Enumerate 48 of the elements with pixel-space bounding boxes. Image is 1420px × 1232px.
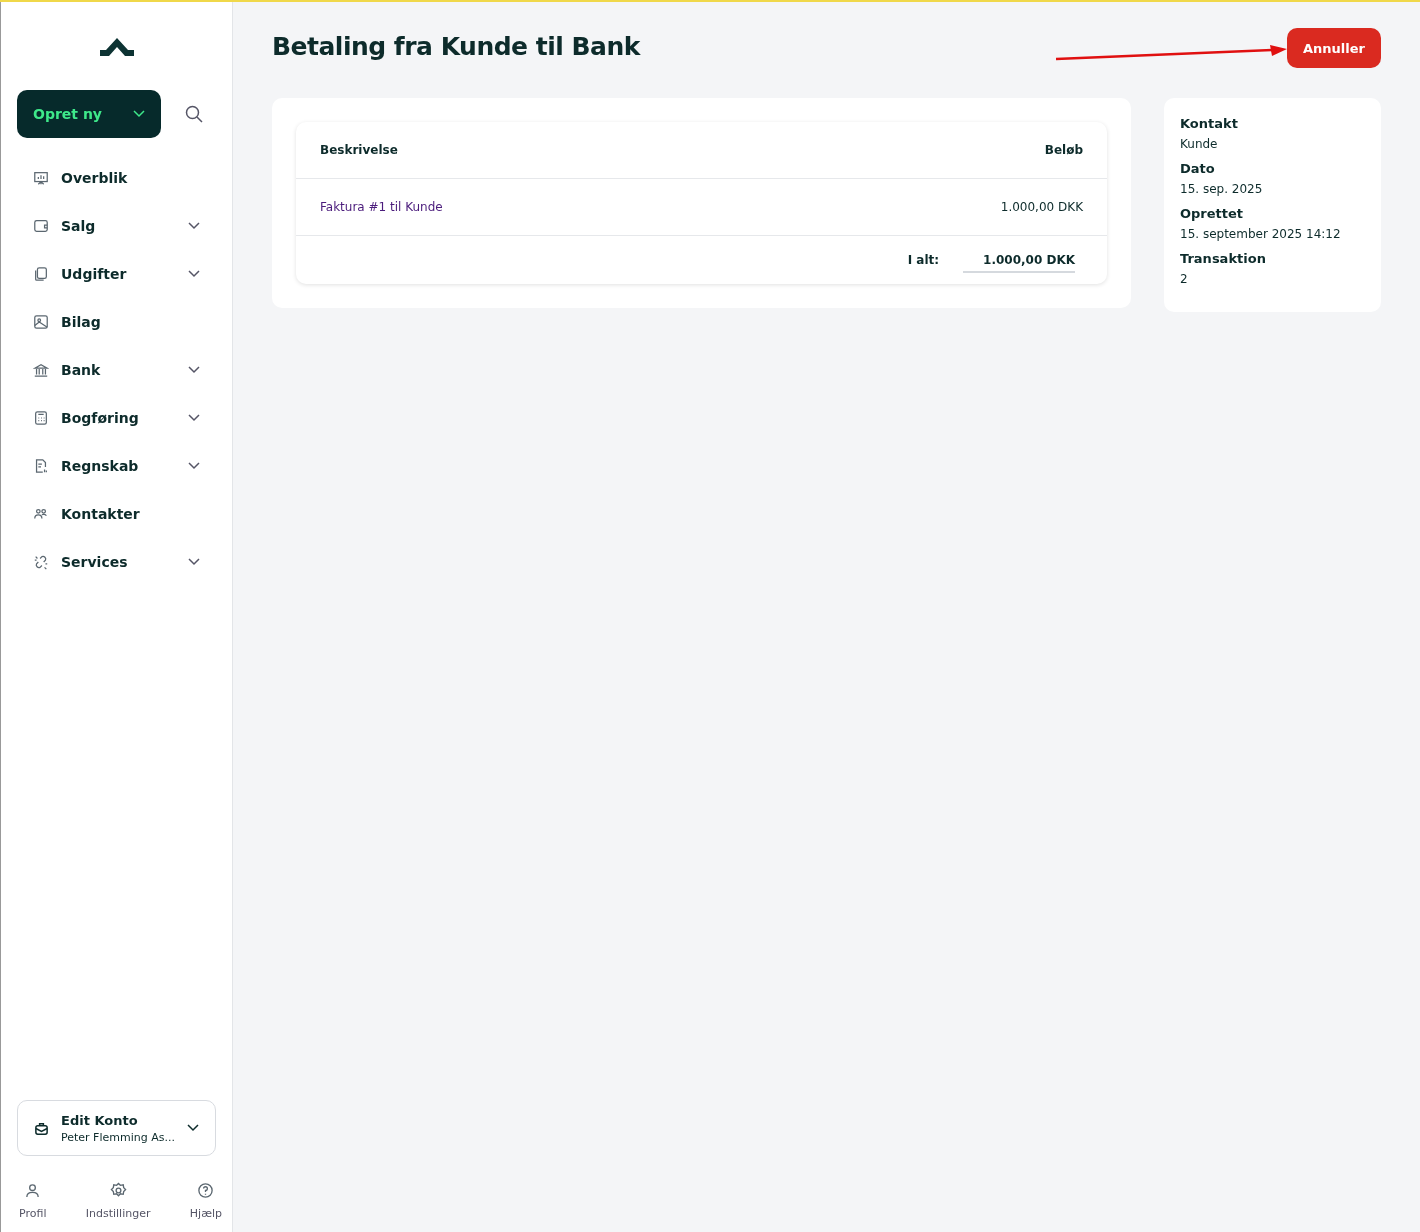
cancel-button[interactable]: Annuller: [1287, 28, 1381, 68]
footer-link[interactable]: Indstillinger: [85, 1207, 151, 1220]
nav-label[interactable]: Regnskab: [61, 458, 188, 474]
create-new-button[interactable]: Opret ny: [17, 90, 161, 138]
nav-label[interactable]: Kontakter: [61, 506, 200, 522]
footer-link[interactable]: Hjælp: [189, 1207, 222, 1220]
column-header: Beløb: [1044, 143, 1083, 157]
image-icon: [33, 314, 49, 330]
documents-icon: [33, 266, 49, 282]
presentation-icon: [33, 170, 49, 186]
detail-value: 2: [1180, 272, 1189, 286]
footer-link[interactable]: Profil: [19, 1207, 47, 1220]
calculator-icon: [33, 410, 49, 426]
detail-value: 15. sep. 2025: [1180, 182, 1264, 196]
nav-label[interactable]: Bank: [61, 362, 188, 378]
total-label: I alt:: [907, 253, 940, 267]
help-icon[interactable]: [197, 1182, 215, 1199]
column-header: Beskrivelse: [320, 143, 398, 157]
detail-value: Kunde: [1180, 137, 1219, 151]
detail-label: Oprettet: [1180, 206, 1245, 221]
amount-cell: 1.000,00 DKK: [1000, 200, 1083, 214]
account-name: Edit Konto: [61, 1112, 139, 1128]
user-icon[interactable]: [24, 1182, 42, 1199]
report-icon: [33, 458, 49, 474]
nav-label[interactable]: Bogføring: [61, 410, 188, 426]
detail-value: 15. september 2025 14:12: [1180, 227, 1342, 241]
logo-icon: [98, 36, 135, 58]
detail-label: Kontakt: [1180, 116, 1239, 131]
nav-label[interactable]: Overblik: [61, 170, 200, 186]
wallet-icon: [33, 218, 49, 234]
bank-icon: [33, 362, 49, 378]
invoice-link[interactable]: Faktura #1 til Kunde: [320, 200, 443, 214]
page-title: Betaling fra Kunde til Bank: [272, 31, 640, 61]
detail-label: Dato: [1180, 161, 1216, 176]
nav-label[interactable]: Udgifter: [61, 266, 188, 282]
detail-label: Transaktion: [1180, 251, 1267, 266]
chevron-down-icon: [187, 1124, 199, 1132]
settings-icon[interactable]: [109, 1182, 127, 1199]
search-icon[interactable]: [185, 105, 203, 123]
account-owner: Peter Flemming As...: [61, 1130, 175, 1144]
briefcase-icon: [34, 1120, 49, 1136]
nav-label[interactable]: Salg: [61, 218, 188, 234]
nav-label[interactable]: Bilag: [61, 314, 200, 330]
total-amount: 1.000,00 DKK: [963, 253, 1075, 273]
broken-link-icon: [33, 554, 49, 570]
account-switcher[interactable]: Edit Konto Peter Flemming As...: [17, 1100, 216, 1156]
nav-label[interactable]: Services: [61, 554, 188, 570]
chevron-down-icon: [133, 110, 145, 118]
